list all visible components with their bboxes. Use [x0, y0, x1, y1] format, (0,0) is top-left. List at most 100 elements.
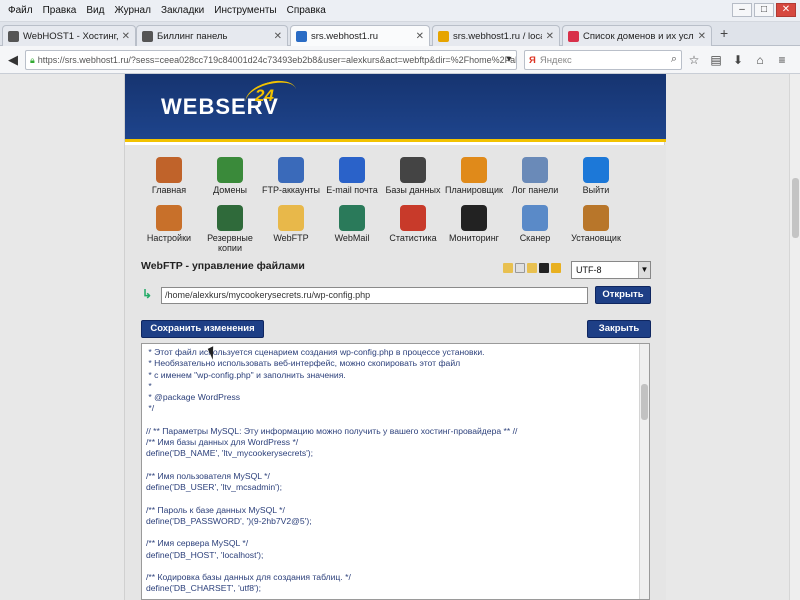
- back-icon[interactable]: ◀: [4, 51, 22, 69]
- new-file-icon[interactable]: [515, 263, 525, 273]
- header-banner: WEBSERV 24: [125, 74, 666, 142]
- books-icon: [217, 205, 243, 231]
- panel-item[interactable]: Настройки: [137, 205, 201, 243]
- panel-item[interactable]: Установщик: [564, 205, 628, 243]
- page-scroll-thumb[interactable]: [792, 178, 799, 238]
- upload-icon[interactable]: [527, 263, 537, 273]
- panel-item[interactable]: FTP-аккаунты: [259, 157, 323, 195]
- panel-item[interactable]: WebFTP: [259, 205, 323, 243]
- lock-icon: 🔒︎: [30, 54, 35, 65]
- panel-item-label: Главная: [151, 185, 187, 195]
- menu-item-4[interactable]: Закладки: [156, 5, 209, 16]
- panel-item[interactable]: E-mail почта: [320, 157, 384, 195]
- save-button[interactable]: Сохранить изменения: [141, 320, 264, 338]
- search-icon[interactable]: ⌕: [671, 53, 677, 66]
- tab-favicon-icon: [8, 30, 19, 42]
- menu-item-3[interactable]: Журнал: [109, 5, 156, 16]
- panel-item[interactable]: Резервные копии: [198, 205, 262, 253]
- panel-item[interactable]: Мониторинг: [442, 205, 506, 243]
- code-line: /** Имя сервера MySQL */: [146, 538, 249, 549]
- browser-tab[interactable]: Список доменов и их усл... ✕: [562, 25, 712, 46]
- new-folder-icon[interactable]: [503, 263, 513, 273]
- search-field[interactable]: Я Яндекс ⌕: [524, 50, 682, 70]
- path-input[interactable]: /home/alexkurs/mycookerysecrets.ru/wp-co…: [161, 287, 588, 304]
- close-tab-icon[interactable]: ✕: [122, 31, 130, 42]
- code-line: * Необязательно использовать веб-интерфе…: [146, 358, 461, 369]
- panel-item[interactable]: WebMail: [320, 205, 384, 243]
- panel-item-label: Планировщик: [445, 185, 503, 195]
- menu-item-0[interactable]: Файл: [3, 5, 38, 16]
- page-viewport: WEBSERV 24 Главная Домены FTP-аккаунты E-ma…: [0, 74, 800, 600]
- database-icon: [400, 157, 426, 183]
- panel-item[interactable]: Базы данных: [381, 157, 445, 195]
- code-line: define('DB_HOST', 'localhost');: [146, 549, 264, 560]
- panel-item[interactable]: Главная: [137, 157, 201, 195]
- close-tab-icon[interactable]: ✕: [698, 31, 706, 42]
- logo-number: 24: [255, 86, 274, 105]
- browser-tab[interactable]: Биллинг панель ✕: [136, 25, 288, 46]
- lock-file-icon[interactable]: [551, 263, 561, 273]
- menu-icon[interactable]: ≡: [774, 52, 790, 68]
- window-controls: – □ ✕: [732, 3, 796, 17]
- panel-item[interactable]: Лог панели: [503, 157, 567, 195]
- close-tab-icon[interactable]: ✕: [274, 31, 282, 42]
- browser-tab[interactable]: srs.webhost1.ru ✕: [290, 25, 430, 47]
- page-scrollbar[interactable]: [789, 74, 800, 600]
- panel-item-label: Настройки: [146, 233, 192, 243]
- editor-scroll-thumb[interactable]: [641, 384, 648, 420]
- close-tab-icon[interactable]: ✕: [546, 31, 554, 42]
- open-button[interactable]: Открыть: [595, 286, 651, 304]
- menu-item-5[interactable]: Инструменты: [209, 5, 281, 16]
- panel-item[interactable]: Домены: [198, 157, 262, 195]
- file-path-icon: ↳: [142, 287, 153, 301]
- home-browser-icon[interactable]: ⌂: [752, 52, 768, 68]
- file-toolbar-icons: [503, 263, 561, 273]
- code-editor[interactable]: * Этот файл используется сценарием созда…: [141, 343, 650, 600]
- dropdown-icon[interactable]: ▾: [500, 51, 518, 69]
- code-line: /** Имя базы данных для WordPress */: [146, 437, 299, 447]
- menu-item-6[interactable]: Справка: [282, 5, 331, 16]
- content-area: Главная Домены FTP-аккаунты E-mail почта Баз…: [125, 145, 666, 600]
- editor-scrollbar[interactable]: [639, 344, 649, 599]
- new-tab-icon[interactable]: +: [720, 25, 728, 41]
- panel-item-label: WebMail: [334, 233, 370, 243]
- download-icon[interactable]: ⬇: [730, 52, 746, 68]
- reading-list-icon[interactable]: ▤: [708, 52, 724, 68]
- alarm-clock-icon: [461, 157, 487, 183]
- at-icon: [339, 157, 365, 183]
- tab-favicon-icon: [296, 31, 307, 42]
- browser-tab[interactable]: WebHOST1 - Хостинг, рег... ✕: [2, 25, 136, 46]
- webmail-globe-icon: [339, 205, 365, 231]
- panel-item-label: Выйти: [582, 185, 610, 195]
- encoding-value: UTF-8: [576, 265, 602, 275]
- close-tab-icon[interactable]: ✕: [416, 31, 424, 42]
- panel-page: WEBSERV 24 Главная Домены FTP-аккаунты E-ma…: [124, 74, 666, 600]
- menu-item-2[interactable]: Вид: [81, 5, 109, 16]
- code-line: * с именем "wp-config.php" и заполнить з…: [146, 369, 346, 380]
- panel-item-label: E-mail почта: [326, 185, 378, 195]
- tab-label: Биллинг панель: [157, 30, 228, 42]
- code-line: * Этот файл используется сценарием созда…: [146, 347, 485, 357]
- panel-item-label: Домены: [213, 185, 247, 195]
- minimize-icon[interactable]: –: [732, 3, 752, 17]
- yandex-icon: Я: [529, 54, 536, 66]
- panel-item[interactable]: Планировщик: [442, 157, 506, 195]
- maximize-icon[interactable]: □: [754, 3, 774, 17]
- terminal-icon[interactable]: [539, 263, 549, 273]
- browser-tab[interactable]: srs.webhost1.ru / localhost... ✕: [432, 25, 560, 46]
- close-button[interactable]: Закрыть: [587, 320, 651, 338]
- star-icon[interactable]: ☆: [686, 52, 702, 68]
- panel-item[interactable]: Выйти: [564, 157, 628, 195]
- encoding-select[interactable]: UTF-8 ▼: [571, 261, 651, 279]
- network-icon: [278, 157, 304, 183]
- menu-item-1[interactable]: Правка: [38, 5, 82, 16]
- panel-item[interactable]: Сканер: [503, 205, 567, 243]
- close-window-icon[interactable]: ✕: [776, 3, 796, 17]
- url-field[interactable]: 🔒︎ https://srs.webhost1.ru/?sess=ceea028…: [25, 50, 517, 70]
- panel-item[interactable]: Статистика: [381, 205, 445, 243]
- tab-label: WebHOST1 - Хостинг, рег...: [23, 30, 118, 42]
- users-icon: [156, 205, 182, 231]
